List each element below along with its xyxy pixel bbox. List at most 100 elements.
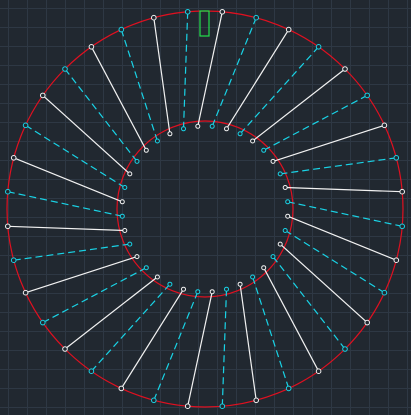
outer-node-marker[interactable]	[399, 188, 406, 195]
outer-node-marker[interactable]	[393, 155, 400, 161]
outer-node-marker[interactable]	[364, 92, 371, 99]
solid-spoke-line	[287, 215, 397, 261]
outer-node-marker[interactable]	[22, 289, 29, 296]
outer-node-marker[interactable]	[62, 346, 68, 352]
inner-node-marker[interactable]	[122, 185, 128, 190]
inner-node-marker[interactable]	[261, 147, 267, 153]
outer-node-marker[interactable]	[88, 44, 95, 50]
outer-node-marker[interactable]	[315, 44, 322, 50]
outer-node-marker[interactable]	[5, 223, 11, 230]
inner-node-marker[interactable]	[134, 254, 140, 260]
inner-node-marker[interactable]	[195, 289, 201, 295]
outer-node-marker[interactable]	[342, 66, 348, 72]
outer-node-marker[interactable]	[10, 155, 17, 161]
inner-node-marker[interactable]	[270, 254, 276, 260]
inner-node-marker[interactable]	[181, 286, 186, 292]
inner-node-marker[interactable]	[224, 126, 229, 132]
solid-spoke-line	[285, 186, 403, 193]
outer-node-marker[interactable]	[5, 188, 11, 195]
solid-spoke-line	[90, 46, 147, 151]
dashed-spoke-line	[153, 291, 199, 401]
inner-node-marker[interactable]	[250, 274, 256, 280]
inner-node-marker[interactable]	[154, 274, 160, 280]
inner-node-marker[interactable]	[181, 126, 186, 132]
inner-circle	[116, 120, 294, 298]
inner-node-marker[interactable]	[250, 138, 256, 144]
outer-node-marker[interactable]	[184, 9, 191, 15]
inner-node-marker[interactable]	[167, 131, 173, 137]
inner-node-marker[interactable]	[134, 158, 140, 164]
inner-node-marker[interactable]	[282, 185, 288, 190]
dashed-spoke-line	[42, 267, 147, 324]
solid-spoke-line	[153, 17, 171, 134]
solid-spoke-line	[263, 267, 320, 372]
outer-node-marker[interactable]	[364, 319, 371, 326]
outer-node-marker[interactable]	[22, 122, 29, 129]
dashed-spoke-line	[120, 29, 158, 142]
inner-node-marker[interactable]	[237, 131, 243, 137]
outer-node-marker[interactable]	[315, 368, 322, 375]
inner-node-marker[interactable]	[282, 228, 288, 233]
inner-node-marker[interactable]	[167, 281, 173, 287]
inner-node-marker[interactable]	[224, 286, 229, 292]
outer-node-marker[interactable]	[151, 14, 157, 21]
inner-node-marker[interactable]	[277, 241, 283, 247]
solid-spoke-line	[13, 157, 123, 203]
spoke-ring-drawing	[5, 9, 406, 410]
outer-node-marker[interactable]	[88, 368, 95, 375]
inner-node-marker[interactable]	[127, 171, 133, 177]
dashed-spoke-line	[221, 289, 228, 407]
outer-node-marker[interactable]	[219, 9, 226, 15]
inner-node-marker[interactable]	[127, 241, 133, 247]
inner-node-marker[interactable]	[143, 147, 149, 153]
dashed-spoke-line	[280, 157, 397, 175]
outer-node-marker[interactable]	[10, 257, 17, 264]
outer-node-markers	[5, 9, 406, 410]
solid-spoke-line	[272, 124, 385, 162]
outer-node-marker[interactable]	[40, 319, 46, 326]
outer-node-marker[interactable]	[118, 26, 125, 33]
solid-spoke-line	[187, 291, 213, 407]
inner-node-marker[interactable]	[237, 281, 243, 287]
outer-node-marker[interactable]	[342, 346, 348, 352]
outer-node-marker[interactable]	[393, 257, 400, 264]
outer-node-marker[interactable]	[253, 14, 260, 21]
dashed-spoke-line	[263, 94, 368, 151]
inner-node-marker[interactable]	[209, 289, 215, 295]
outer-node-marker[interactable]	[40, 92, 46, 99]
solid-spoke-line	[25, 256, 138, 294]
inner-node-markers	[119, 123, 291, 295]
inner-node-marker[interactable]	[285, 213, 291, 219]
inner-node-marker[interactable]	[154, 138, 160, 144]
inner-node-marker[interactable]	[119, 213, 125, 219]
inner-node-marker[interactable]	[277, 171, 283, 177]
dashed-spoke-line	[182, 11, 189, 129]
outer-node-marker[interactable]	[62, 66, 68, 72]
inner-node-marker[interactable]	[261, 265, 267, 271]
outer-node-marker[interactable]	[285, 26, 292, 33]
slot-marker	[199, 10, 210, 37]
dashed-spoke-line	[211, 17, 257, 127]
outer-node-marker[interactable]	[253, 397, 260, 404]
outer-node-marker[interactable]	[151, 397, 157, 404]
solid-spoke-line	[7, 225, 125, 232]
solid-spoke-line	[239, 284, 257, 401]
outer-node-marker[interactable]	[399, 223, 406, 230]
outer-node-marker[interactable]	[381, 122, 388, 129]
outer-node-marker[interactable]	[184, 403, 191, 410]
inner-node-marker[interactable]	[122, 228, 128, 233]
inner-node-marker[interactable]	[195, 123, 201, 129]
solid-spoke-line	[197, 11, 223, 127]
dashed-spoke-line	[252, 276, 290, 389]
inner-node-marker[interactable]	[270, 158, 276, 164]
inner-node-marker[interactable]	[143, 265, 149, 271]
outer-node-marker[interactable]	[381, 289, 388, 296]
outer-node-marker[interactable]	[285, 385, 292, 392]
dashed-spoke-line	[13, 243, 130, 261]
inner-node-marker[interactable]	[119, 199, 125, 205]
cad-viewport[interactable]	[0, 0, 411, 415]
outer-node-marker[interactable]	[118, 385, 125, 392]
outer-node-marker[interactable]	[219, 403, 226, 410]
inner-node-marker[interactable]	[209, 123, 215, 129]
inner-node-marker[interactable]	[285, 199, 291, 205]
